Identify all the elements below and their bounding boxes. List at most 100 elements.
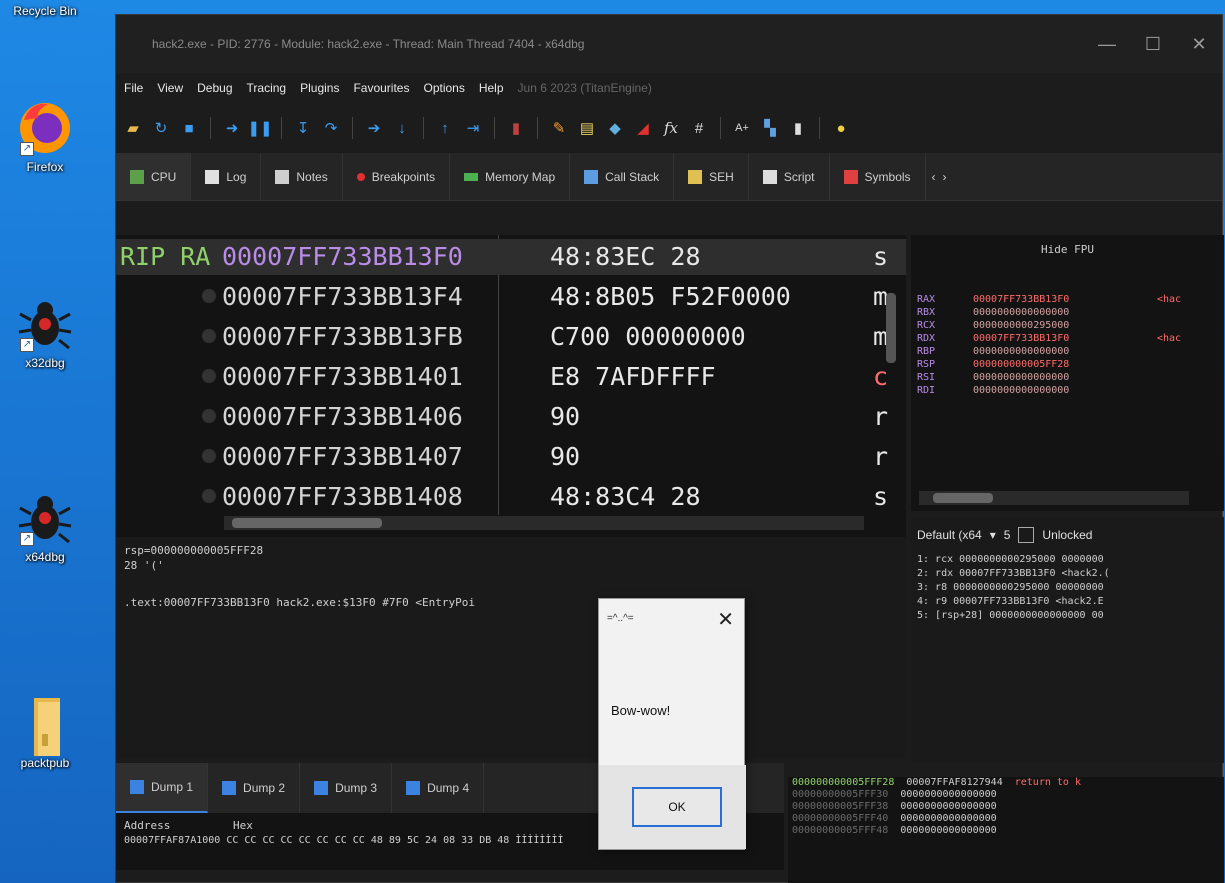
close-icon[interactable]: ✕ (717, 607, 734, 632)
step-into-icon[interactable]: ↧ (292, 117, 314, 139)
scroll-thumb[interactable] (933, 493, 993, 503)
desktop-icon-x64dbg[interactable]: ↗ x64dbg (6, 488, 84, 564)
ok-button[interactable]: OK (632, 787, 722, 827)
disasm-vertical-scrollbar[interactable] (886, 253, 896, 433)
open-icon[interactable]: ▰ (122, 117, 144, 139)
argument-line[interactable]: 5: [rsp+28] 0000000000000000 00 (911, 609, 1224, 623)
animate-icon[interactable]: ↓ (391, 117, 413, 139)
tab-cpu[interactable]: CPU (116, 153, 192, 200)
tab-dump-4[interactable]: Dump 4 (392, 763, 485, 813)
close-button[interactable]: ✕ (1176, 34, 1222, 55)
maximize-button[interactable]: ☐ (1130, 34, 1176, 55)
breakpoint-dot[interactable] (202, 409, 216, 423)
desktop-icon-firefox[interactable]: ↗ Firefox (6, 98, 84, 174)
menu-debug[interactable]: Debug (197, 81, 232, 95)
font-icon[interactable]: A+ (731, 117, 753, 139)
register-row[interactable]: RSP 000000000005FF28 (917, 358, 1217, 371)
execute-till-return-icon[interactable]: ↑ (434, 117, 456, 139)
breakpoint-dot[interactable] (202, 489, 216, 503)
minimize-button[interactable]: — (1084, 34, 1130, 55)
scroll-thumb[interactable] (886, 293, 896, 363)
trace-icon[interactable]: ▮ (505, 117, 527, 139)
breakpoint-dot[interactable] (202, 449, 216, 463)
tab-notes[interactable]: Notes (261, 153, 343, 200)
chevron-right-icon[interactable]: › (943, 170, 947, 184)
register-row[interactable]: RBP 0000000000000000 (917, 345, 1217, 358)
menu-tracing[interactable]: Tracing (247, 81, 287, 95)
register-row[interactable]: RSI 0000000000000000 (917, 371, 1217, 384)
disassembly-view[interactable]: RIP RA 00007FF733BB13F0 48:83EC 28 s 000… (116, 235, 906, 537)
bookmark-icon[interactable]: ◢ (632, 117, 654, 139)
tab-memory-map[interactable]: Memory Map (450, 153, 571, 200)
hex-column-header[interactable]: Hex (233, 819, 253, 832)
register-row[interactable]: RDX 00007FF733BB13F0 <hac (917, 332, 1217, 345)
arg-count-spinner[interactable]: 5 (1004, 528, 1011, 542)
tab-dump-2[interactable]: Dump 2 (208, 763, 301, 813)
calling-convention-select[interactable]: Default (x64 (917, 528, 982, 542)
tab-log[interactable]: Log (191, 153, 262, 200)
desktop-icon-recycle-bin[interactable]: Recycle Bin (6, 4, 84, 18)
breakpoint-dot[interactable] (202, 289, 216, 303)
menu-plugins[interactable]: Plugins (300, 81, 339, 95)
tab-symbols[interactable]: Symbols (830, 153, 926, 200)
run-to-icon[interactable]: ➔ (363, 117, 385, 139)
disasm-row[interactable]: 00007FF733BB1407 90 r (116, 439, 906, 475)
hash-icon[interactable]: # (688, 117, 710, 139)
tab-seh[interactable]: SEH (674, 153, 749, 200)
argument-line[interactable]: 3: r8 0000000000295000 00000000 (911, 581, 1224, 595)
tab-dump-3[interactable]: Dump 3 (300, 763, 393, 813)
argument-line[interactable]: 2: rdx 00007FF733BB13F0 <hack2.( (911, 567, 1224, 581)
label-icon[interactable]: ◆ (604, 117, 626, 139)
tab-call-stack[interactable]: Call Stack (570, 153, 675, 200)
stack-row[interactable]: 00000000005FFF48 0000000000000000 (788, 825, 1224, 837)
address-column-header[interactable]: Address (124, 819, 170, 832)
desktop-icon-packtpub[interactable]: packtpub (6, 694, 84, 770)
pen-icon[interactable]: ✎ (548, 117, 570, 139)
menu-view[interactable]: View (157, 81, 183, 95)
argument-line[interactable]: 4: r9 00007FF733BB13F0 <hack2.E (911, 595, 1224, 609)
disasm-horizontal-scrollbar[interactable] (224, 516, 864, 530)
register-row[interactable]: RAX 00007FF733BB13F0 <hac (917, 293, 1217, 306)
disasm-row[interactable]: 00007FF733BB13FB C700 00000000 m (116, 319, 906, 355)
stack-row[interactable]: 00000000005FFF30 0000000000000000 (788, 789, 1224, 801)
run-to-user-code-icon[interactable]: ⇥ (462, 117, 484, 139)
breakpoint-dot[interactable] (202, 329, 216, 343)
chevron-down-icon[interactable]: ▾ (990, 528, 996, 542)
run-icon[interactable]: ➜ (221, 117, 243, 139)
hide-fpu-button[interactable]: Hide FPU (911, 235, 1224, 275)
stack-row[interactable]: 00000000005FFF38 0000000000000000 (788, 801, 1224, 813)
breakpoint-dot[interactable] (202, 369, 216, 383)
menu-options[interactable]: Options (423, 81, 464, 95)
disasm-row[interactable]: 00007FF733BB1406 90 r (116, 399, 906, 435)
module-icon[interactable]: ▚ (759, 117, 781, 139)
stack-row[interactable]: 000000000005FFF28 00007FFAF8127944 retur… (788, 777, 1224, 789)
lightbulb-icon[interactable]: ● (830, 117, 852, 139)
stop-icon[interactable]: ■ (178, 117, 200, 139)
tab-script[interactable]: Script (749, 153, 830, 200)
thread-icon[interactable]: ▮ (787, 117, 809, 139)
menu-help[interactable]: Help (479, 81, 504, 95)
step-over-icon[interactable]: ↷ (320, 117, 342, 139)
pause-icon[interactable]: ❚❚ (247, 117, 272, 139)
disasm-row[interactable]: 00007FF733BB13F4 48:8B05 F52F0000 m (116, 279, 906, 315)
comment-icon[interactable]: ▤ (576, 117, 598, 139)
function-icon[interactable]: fx (660, 117, 682, 139)
desktop-icon-x32dbg[interactable]: ↗ x32dbg (6, 294, 84, 370)
menu-favourites[interactable]: Favourites (353, 81, 409, 95)
registers-horizontal-scrollbar[interactable] (919, 491, 1189, 505)
tab-breakpoints[interactable]: Breakpoints (343, 153, 451, 200)
register-row[interactable]: RCX 0000000000295000 (917, 319, 1217, 332)
tab-dump-1[interactable]: Dump 1 (116, 763, 209, 813)
register-row[interactable]: RBX 0000000000000000 (917, 306, 1217, 319)
restart-icon[interactable]: ↻ (150, 117, 172, 139)
stack-row[interactable]: 00000000005FFF40 0000000000000000 (788, 813, 1224, 825)
register-row[interactable]: RDI 0000000000000000 (917, 384, 1217, 397)
menu-file[interactable]: File (124, 81, 143, 95)
disasm-row[interactable]: 00007FF733BB1401 E8 7AFDFFFF c (116, 359, 906, 395)
disasm-row[interactable]: RIP RA 00007FF733BB13F0 48:83EC 28 s (116, 239, 906, 275)
chevron-left-icon[interactable]: ‹ (932, 170, 936, 184)
stack-view[interactable]: 000000000005FFF28 00007FFAF8127944 retur… (788, 777, 1224, 883)
disasm-row[interactable]: 00007FF733BB1408 48:83C4 28 s (116, 479, 906, 515)
unlocked-checkbox[interactable] (1018, 527, 1035, 543)
argument-line[interactable]: 1: rcx 0000000000295000 0000000 (911, 553, 1224, 567)
